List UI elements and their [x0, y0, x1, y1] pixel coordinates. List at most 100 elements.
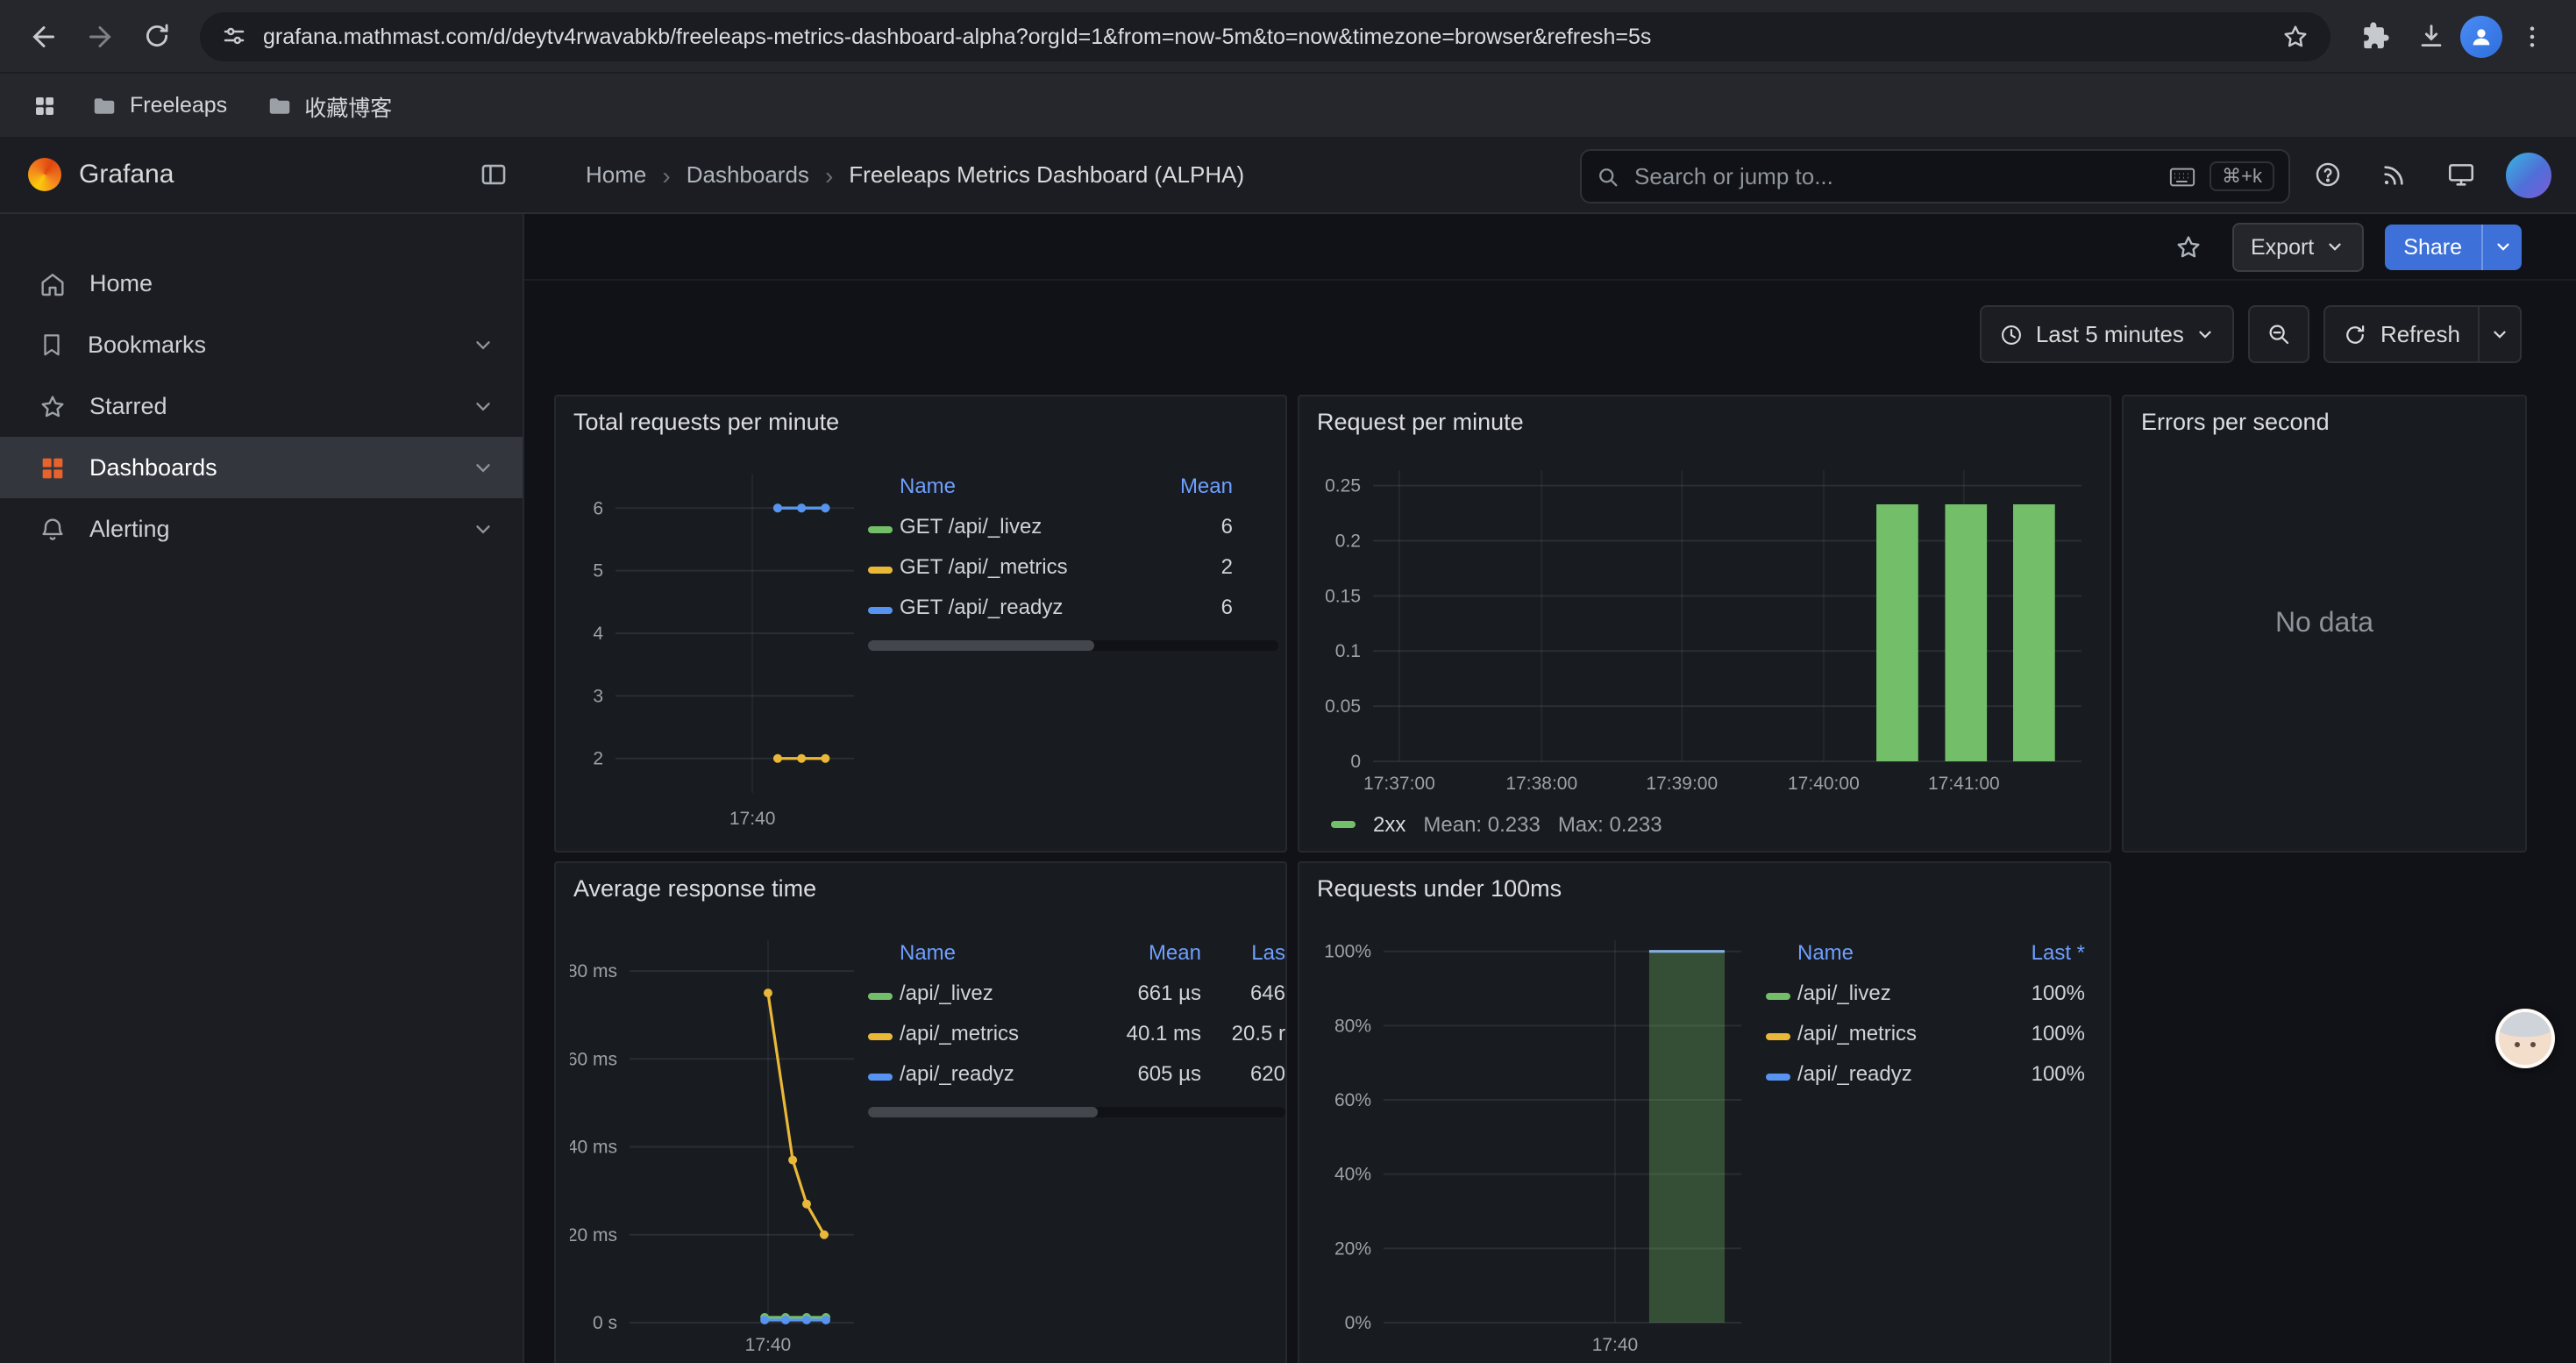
- forward-button[interactable]: [74, 10, 126, 62]
- panel-title[interactable]: Average response time: [573, 875, 816, 902]
- chevron-down-icon[interactable]: [472, 333, 495, 356]
- sidebar-item-label: Dashboards: [89, 454, 217, 481]
- svg-text:0%: 0%: [1345, 1313, 1371, 1333]
- bookmark-folder-blogs[interactable]: 收藏博客: [252, 82, 406, 129]
- avatar-eye: [2530, 1042, 2536, 1047]
- site-info-icon[interactable]: [217, 20, 249, 52]
- series-name[interactable]: /api/_metrics: [1797, 1020, 1994, 1045]
- legend-row[interactable]: /api/_metrics 40.1 ms 20.5 r: [868, 1012, 1285, 1053]
- legend-header-mean[interactable]: Mean: [1105, 940, 1201, 965]
- legend-row[interactable]: GET /api/_metrics 2: [868, 546, 1278, 586]
- series-name[interactable]: /api/_livez: [900, 980, 1105, 1004]
- sidebar-item-starred[interactable]: Starred: [0, 375, 523, 437]
- series-max-stat: Max: 0.233: [1558, 812, 1662, 837]
- svg-text:17:38:00: 17:38:00: [1505, 774, 1577, 794]
- reload-button[interactable]: [130, 10, 182, 62]
- user-avatar[interactable]: [2506, 152, 2551, 197]
- refresh-button[interactable]: Refresh: [2326, 307, 2478, 361]
- legend-scrollbar[interactable]: [868, 1107, 1285, 1117]
- svg-text:3: 3: [593, 686, 603, 706]
- legend-header-name[interactable]: Name: [900, 940, 1105, 965]
- chevron-down-icon: [2490, 325, 2509, 344]
- series-name[interactable]: GET /api/_metrics: [900, 553, 1149, 578]
- series-name[interactable]: /api/_livez: [1797, 980, 1994, 1004]
- series-name[interactable]: 2xx: [1373, 812, 1405, 837]
- legend: Name Mean Las /api/_livez 661 µs 646 /ap…: [868, 937, 1285, 1117]
- favorite-star-icon[interactable]: [2165, 224, 2210, 269]
- legend-row[interactable]: /api/_livez 100%: [1766, 972, 2096, 1012]
- news-rss-icon[interactable]: [2373, 153, 2415, 196]
- series-last: 100%: [1994, 1020, 2085, 1045]
- url-bar[interactable]: grafana.mathmast.com/d/deytv4rwavabkb/fr…: [200, 11, 2330, 61]
- refresh-label: Refresh: [2380, 321, 2460, 347]
- url-text[interactable]: grafana.mathmast.com/d/deytv4rwavabkb/fr…: [263, 24, 2264, 48]
- series-name[interactable]: GET /api/_readyz: [900, 594, 1149, 618]
- series-color-dash: [1766, 1073, 1790, 1080]
- series-name[interactable]: GET /api/_livez: [900, 513, 1149, 538]
- series-name[interactable]: /api/_readyz: [900, 1060, 1105, 1085]
- timeseries-chart: 80 ms60 ms40 ms20 ms0 s17:40: [570, 926, 868, 1361]
- legend-header-name[interactable]: Name: [1797, 940, 1994, 965]
- panel-title[interactable]: Total requests per minute: [573, 409, 839, 435]
- sidebar-item-label: Home: [89, 270, 153, 296]
- apps-grid-icon[interactable]: [21, 82, 67, 128]
- legend-row[interactable]: GET /api/_livez 6: [868, 505, 1278, 546]
- browser-menu-icon[interactable]: [2506, 10, 2558, 62]
- breadcrumb-current: Freeleaps Metrics Dashboard (ALPHA): [849, 161, 1244, 188]
- back-button[interactable]: [18, 10, 70, 62]
- help-icon[interactable]: [2306, 153, 2348, 196]
- browser-profile-avatar[interactable]: [2460, 15, 2502, 57]
- sidebar-item-alerting[interactable]: Alerting: [0, 498, 523, 560]
- legend-row[interactable]: /api/_metrics 100%: [1766, 1012, 2096, 1053]
- legend-scrollbar[interactable]: [868, 640, 1278, 651]
- chevron-down-icon[interactable]: [472, 517, 495, 540]
- scrollbar-thumb[interactable]: [868, 640, 1093, 651]
- svg-text:17:40: 17:40: [729, 809, 776, 829]
- star-icon: [39, 392, 67, 420]
- extensions-icon[interactable]: [2348, 10, 2401, 62]
- share-menu-caret[interactable]: [2481, 224, 2522, 269]
- sidebar-item-home[interactable]: Home: [0, 253, 523, 314]
- legend-row[interactable]: /api/_readyz 605 µs 620: [868, 1053, 1285, 1093]
- legend-row[interactable]: /api/_readyz 100%: [1766, 1053, 2096, 1093]
- svg-text:17:40: 17:40: [1592, 1335, 1639, 1355]
- kiosk-monitor-icon[interactable]: [2439, 153, 2481, 196]
- series-color-dash: [1766, 992, 1790, 999]
- scrollbar-thumb[interactable]: [868, 1107, 1098, 1117]
- panel-total-requests: Total requests per minute 6543217:40 Nam…: [554, 395, 1287, 853]
- legend-header-last[interactable]: Last *: [1994, 940, 2085, 965]
- breadcrumb-home[interactable]: Home: [586, 161, 646, 188]
- bookmark-star-icon[interactable]: [2278, 18, 2313, 54]
- series-name[interactable]: /api/_metrics: [900, 1020, 1105, 1045]
- sidebar-item-bookmarks[interactable]: Bookmarks: [0, 314, 523, 375]
- legend-row[interactable]: /api/_livez 661 µs 646: [868, 972, 1285, 1012]
- panel-title[interactable]: Request per minute: [1317, 409, 1524, 435]
- legend-header-mean[interactable]: Mean: [1149, 474, 1233, 498]
- legend: Name Last * /api/_livez 100% /api/_metri…: [1766, 937, 2096, 1093]
- search-input[interactable]: Search or jump to... ⌘+k: [1580, 149, 2290, 203]
- chevron-down-icon[interactable]: [472, 395, 495, 417]
- series-last: 620: [1201, 1060, 1285, 1085]
- series-last: 100%: [1994, 980, 2085, 1004]
- legend-header-last[interactable]: Las: [1201, 940, 1285, 965]
- series-name[interactable]: /api/_readyz: [1797, 1060, 1994, 1085]
- dock-menu-icon[interactable]: [470, 151, 516, 196]
- grafana-logo[interactable]: [28, 158, 61, 191]
- refresh-interval-caret[interactable]: [2478, 307, 2520, 361]
- bookmark-label: Freeleaps: [130, 93, 227, 118]
- floating-assistant-avatar[interactable]: [2495, 1009, 2555, 1068]
- breadcrumb-dashboards[interactable]: Dashboards: [687, 161, 809, 188]
- export-button[interactable]: Export: [2231, 222, 2363, 271]
- chevron-down-icon[interactable]: [472, 456, 495, 479]
- downloads-icon[interactable]: [2404, 10, 2457, 62]
- zoom-out-button[interactable]: [2249, 305, 2310, 363]
- sidebar-item-dashboards[interactable]: Dashboards: [0, 437, 523, 498]
- legend-header-name[interactable]: Name: [900, 474, 1149, 498]
- time-range-picker[interactable]: Last 5 minutes: [1980, 305, 2235, 363]
- share-button[interactable]: Share: [2384, 224, 2522, 269]
- sidebar-item-label: Starred: [89, 393, 167, 419]
- bookmark-folder-freeleaps[interactable]: Freeleaps: [77, 85, 241, 125]
- panel-title[interactable]: Requests under 100ms: [1317, 875, 1562, 902]
- svg-text:2: 2: [593, 749, 603, 769]
- legend-row[interactable]: GET /api/_readyz 6: [868, 586, 1278, 626]
